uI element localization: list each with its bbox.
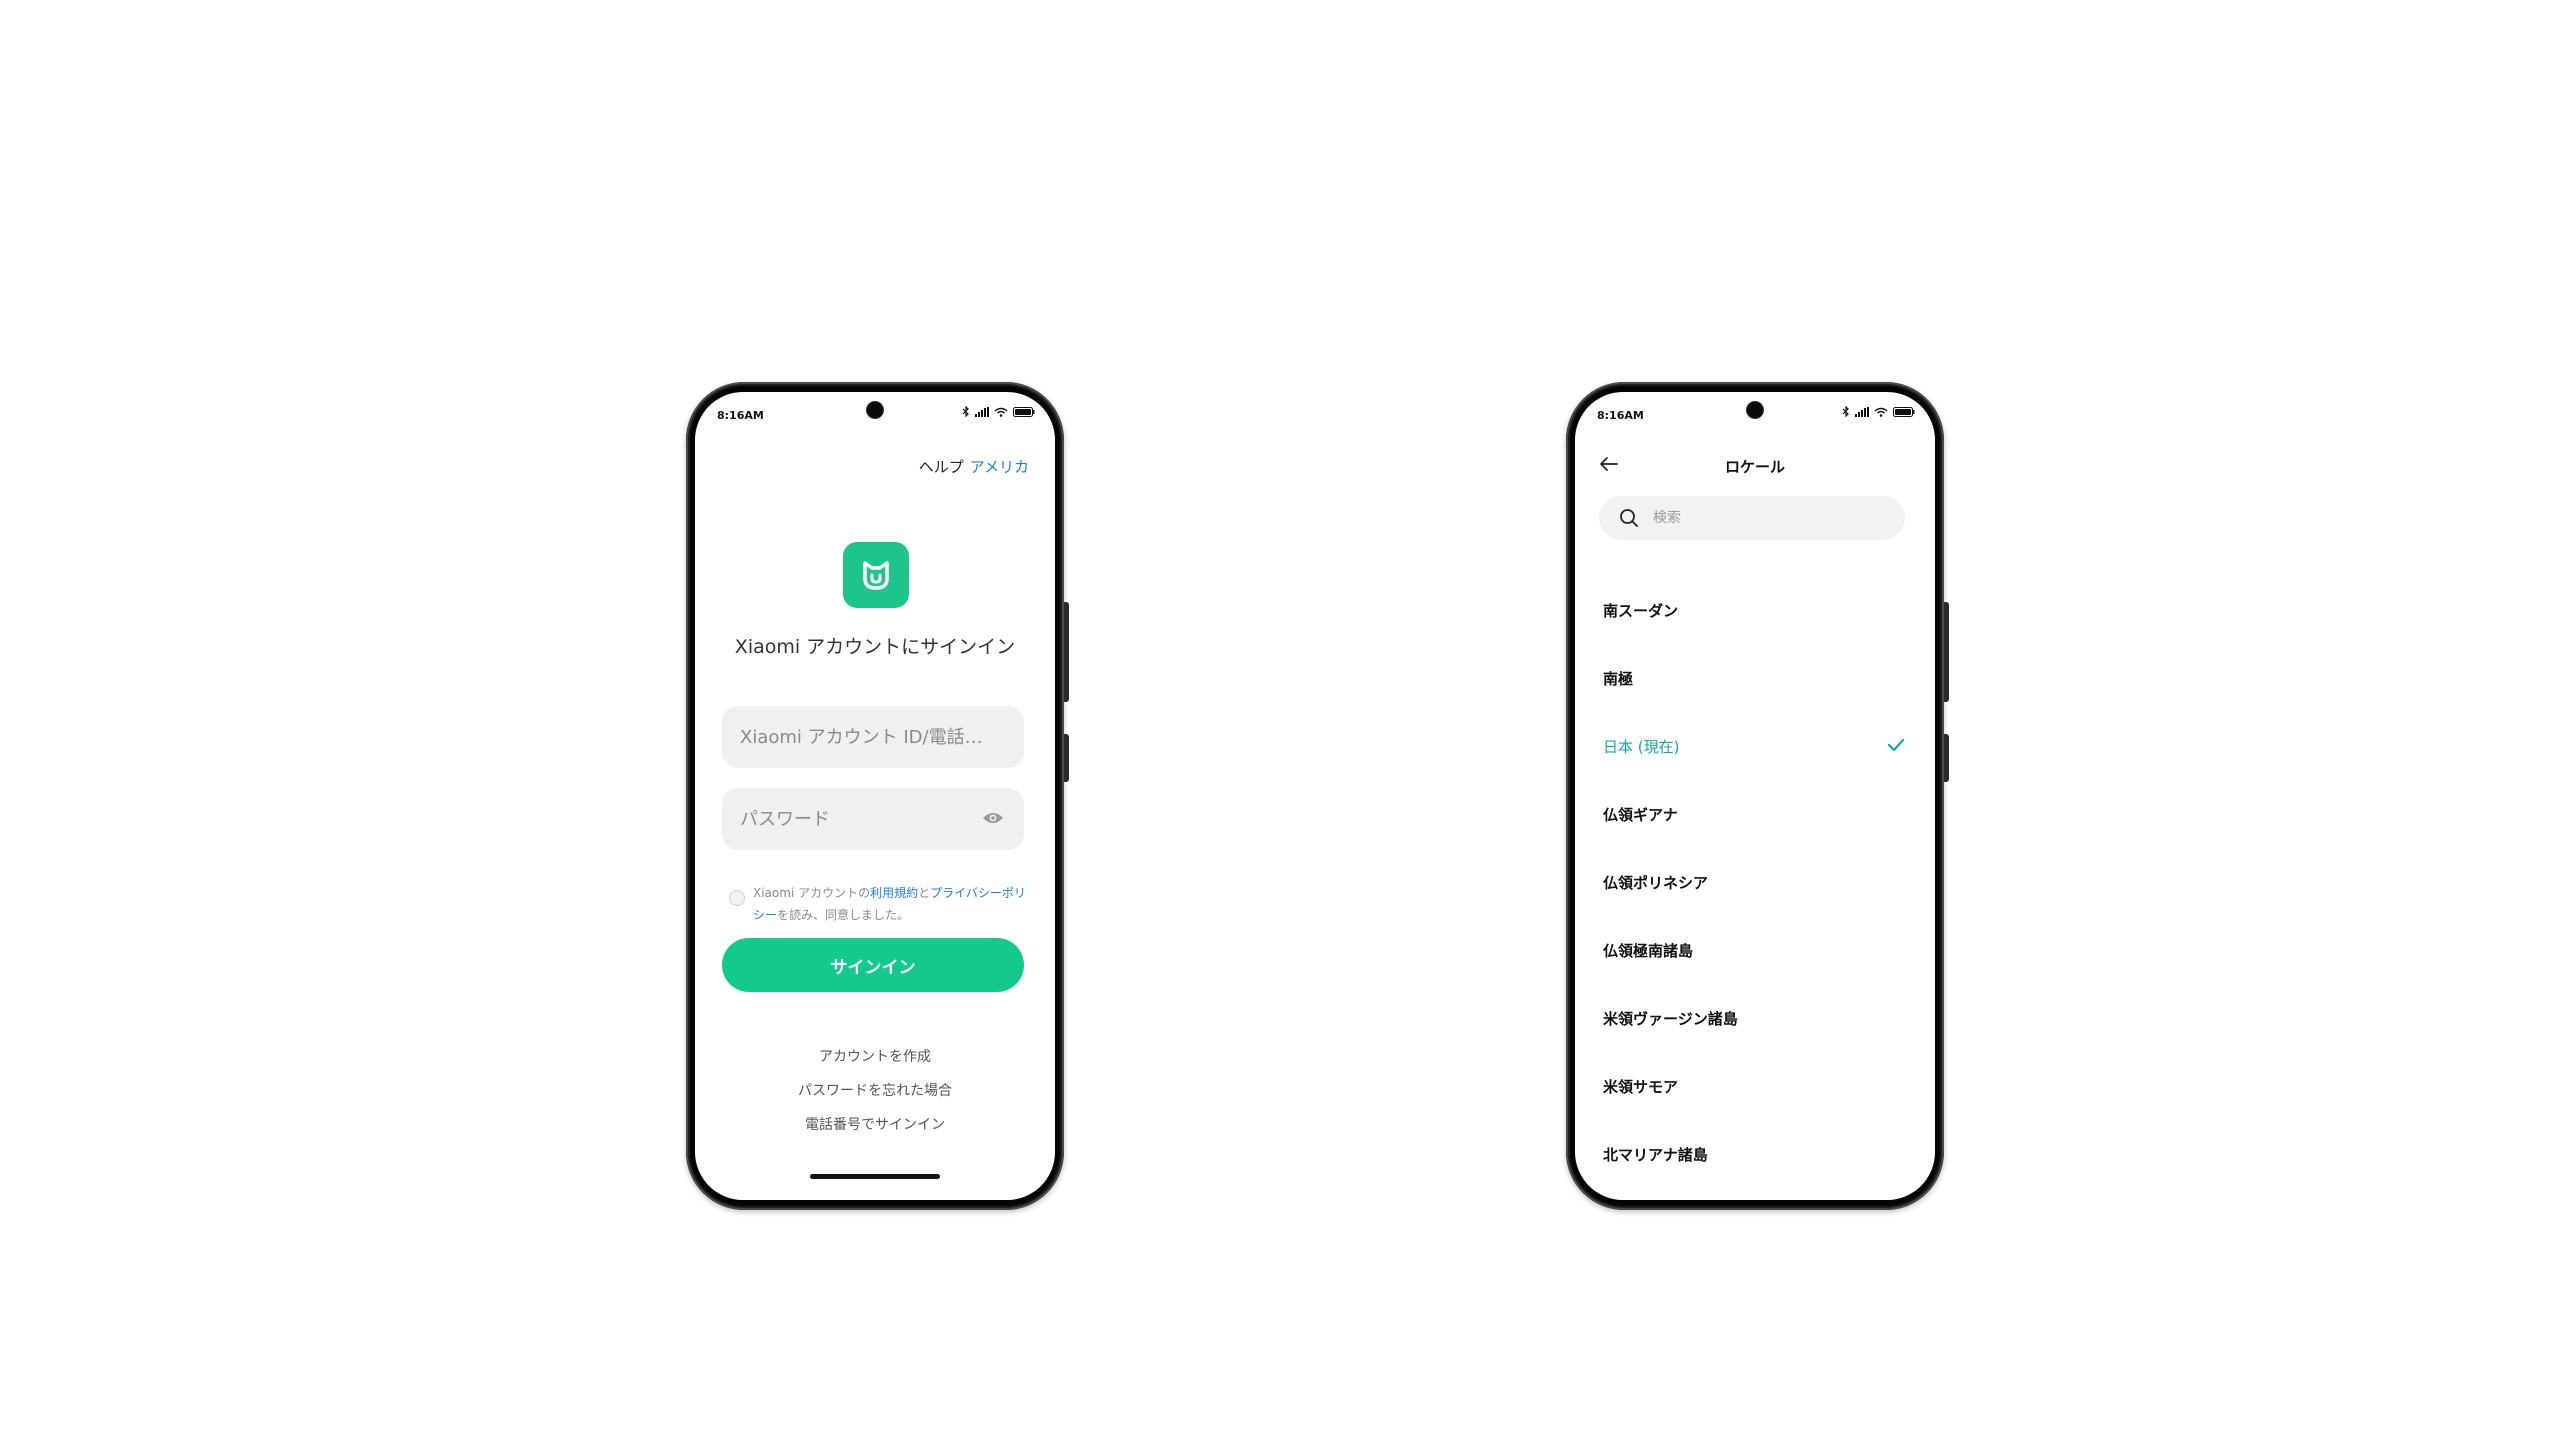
account-field[interactable]	[722, 706, 1024, 768]
locale-item-label: 日本 (現在)	[1603, 737, 1680, 756]
signal-icon	[1855, 406, 1869, 417]
locale-screen: 8:16AM ロケール 南スーダン 南極 日本 (現在)	[1575, 392, 1935, 1200]
locale-item-label: 米領ヴァージン諸島	[1603, 1009, 1738, 1028]
check-icon	[1887, 738, 1905, 752]
locale-item[interactable]: 南スーダン	[1575, 576, 1935, 644]
front-camera	[1747, 402, 1763, 418]
phone-locale: 8:16AM ロケール 南スーダン 南極 日本 (現在)	[1566, 382, 1949, 1210]
top-links: ヘルプ アメリカ	[919, 456, 1029, 477]
front-camera	[867, 402, 883, 418]
locale-item[interactable]: 仏領ポリネシア	[1575, 848, 1935, 916]
phone-signin-link[interactable]: 電話番号でサインイン	[695, 1114, 1055, 1134]
bluetooth-icon	[962, 406, 969, 417]
agreement-and: と	[918, 886, 931, 900]
locale-item[interactable]: 南極	[1575, 644, 1935, 712]
locale-item-label: 南極	[1603, 669, 1634, 688]
agreement-row: Xiaomi アカウントの利用規約とプライバシーポリシーを読み、同意しました。	[729, 882, 1029, 926]
account-input[interactable]	[740, 726, 1006, 748]
locale-item-label: 仏領ギアナ	[1603, 805, 1678, 824]
locale-item-label: 南スーダン	[1603, 601, 1679, 620]
locale-item[interactable]: 仏領極南諸島	[1575, 916, 1935, 984]
status-icons	[1842, 406, 1915, 417]
signal-icon	[975, 406, 989, 417]
battery-icon	[1893, 406, 1915, 417]
bluetooth-icon	[1842, 406, 1849, 417]
help-link[interactable]: ヘルプ	[919, 456, 964, 477]
locale-item-selected[interactable]: 日本 (現在)	[1575, 712, 1935, 780]
agreement-suffix: を読み、同意しました。	[777, 908, 910, 922]
status-time: 8:16AM	[1597, 409, 1644, 422]
terms-link[interactable]: 利用規約	[870, 886, 918, 900]
password-field[interactable]	[722, 788, 1024, 850]
create-account-link[interactable]: アカウントを作成	[695, 1046, 1055, 1066]
mi-home-logo-icon	[843, 542, 909, 608]
locale-item[interactable]: 米領サモア	[1575, 1052, 1935, 1120]
status-time: 8:16AM	[717, 409, 764, 422]
locale-item-label: 北マリアナ諸島	[1603, 1145, 1708, 1164]
password-input[interactable]	[740, 808, 1006, 830]
wifi-icon	[994, 407, 1008, 417]
locale-item[interactable]: 仏領ギアナ	[1575, 780, 1935, 848]
home-indicator[interactable]	[810, 1174, 940, 1179]
agreement-prefix: Xiaomi アカウントの	[753, 886, 871, 900]
status-icons	[962, 406, 1035, 417]
signin-button[interactable]: サインイン	[722, 938, 1024, 992]
agreement-text: Xiaomi アカウントの利用規約とプライバシーポリシーを読み、同意しました。	[753, 882, 1029, 926]
page-title: ロケール	[1724, 458, 1785, 476]
eye-icon[interactable]	[982, 810, 1004, 826]
locale-item[interactable]: 北マリアナ諸島	[1575, 1120, 1935, 1188]
wifi-icon	[1874, 407, 1888, 417]
forgot-password-link[interactable]: パスワードを忘れた場合	[695, 1080, 1055, 1100]
locale-item-label: 米領サモア	[1603, 1077, 1679, 1096]
login-screen: 8:16AM ヘルプ アメリカ Xiaomi アカウントにサインイン Xiaom…	[695, 392, 1055, 1200]
search-input[interactable]	[1653, 510, 1873, 526]
side-button	[1944, 734, 1949, 782]
side-button	[1944, 602, 1949, 702]
agreement-checkbox[interactable]	[729, 890, 745, 906]
login-title: Xiaomi アカウントにサインイン	[734, 636, 1016, 658]
side-button	[1064, 734, 1069, 782]
locale-list: 南スーダン 南極 日本 (現在) 仏領ギアナ 仏領ポリネシア 仏領極南諸島 米領…	[1575, 576, 1935, 1188]
locale-item-label: 仏領ポリネシア	[1603, 873, 1709, 892]
locale-item-label: 仏領極南諸島	[1603, 941, 1694, 960]
search-icon	[1620, 509, 1638, 527]
phone-login: 8:16AM ヘルプ アメリカ Xiaomi アカウントにサインイン Xiaom…	[686, 382, 1069, 1210]
side-button	[1064, 602, 1069, 702]
locale-item[interactable]: 米領ヴァージン諸島	[1575, 984, 1935, 1052]
search-box[interactable]	[1599, 496, 1905, 540]
region-link[interactable]: アメリカ	[970, 456, 1029, 477]
battery-icon	[1013, 406, 1035, 417]
